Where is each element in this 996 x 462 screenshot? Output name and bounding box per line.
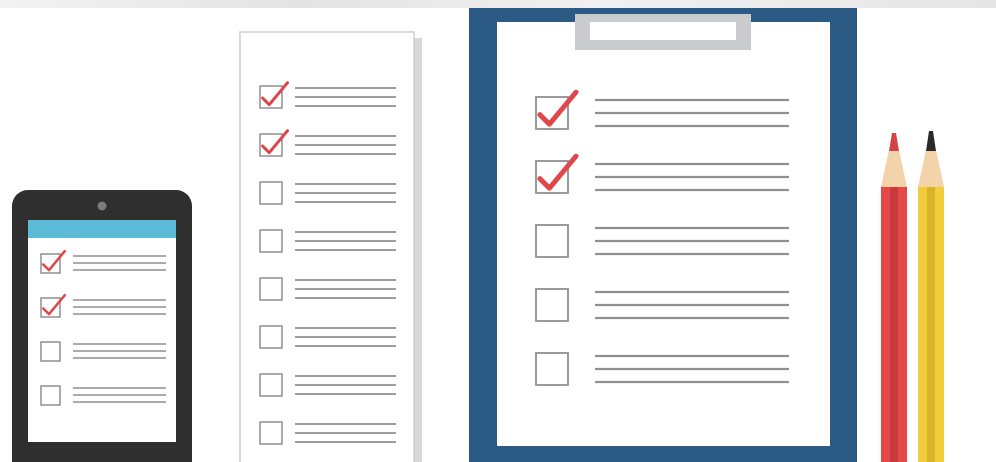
checkbox <box>259 325 283 349</box>
tablet-camera <box>97 201 107 211</box>
paper-checklist <box>239 31 422 462</box>
clipboard-clip-slot <box>590 22 736 40</box>
checkbox <box>259 181 283 205</box>
checkbox <box>259 229 283 253</box>
checkbox <box>40 385 61 406</box>
tablet-header-bar <box>28 220 176 238</box>
checkbox <box>40 341 61 362</box>
checkbox <box>535 224 569 258</box>
checklist-illustration <box>12 8 944 462</box>
checkbox <box>535 288 569 322</box>
yellow-pencil <box>918 131 944 462</box>
red-pencil <box>881 133 907 462</box>
checkbox <box>259 421 283 445</box>
checkbox <box>259 373 283 397</box>
clipboard <box>469 8 857 462</box>
pencils <box>881 131 944 462</box>
tablet-device <box>12 190 192 462</box>
checkbox <box>259 277 283 301</box>
checkbox <box>535 352 569 386</box>
